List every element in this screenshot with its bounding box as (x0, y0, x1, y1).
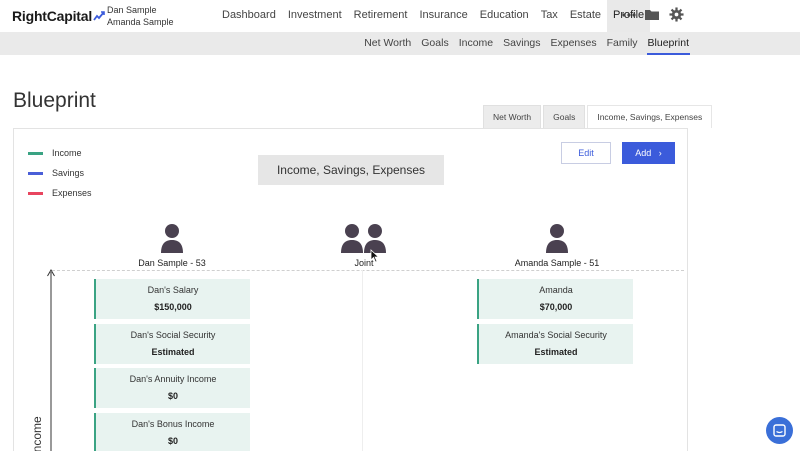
user-name-spouse: Amanda Sample (107, 17, 174, 27)
sub-navbar: Net Worth Goals Income Savings Expenses … (0, 32, 800, 55)
nav-tax[interactable]: Tax (535, 0, 564, 32)
logo-arrow-icon (93, 11, 105, 21)
legend-item-income: Income (28, 143, 92, 163)
nav-insurance[interactable]: Insurance (413, 0, 473, 32)
logo-text: RightCapital (12, 8, 93, 24)
legend-item-expenses: Expenses (28, 183, 92, 203)
card-name: Dan's Bonus Income (131, 419, 215, 429)
income-axis-arrow (47, 269, 55, 451)
nav-investment[interactable]: Investment (282, 0, 348, 32)
legend-label: Income (52, 148, 82, 158)
subnav-goals[interactable]: Goals (416, 32, 453, 55)
tab-goals[interactable]: Goals (543, 105, 586, 128)
card-name: Dan's Salary (147, 285, 199, 295)
card-value: $0 (167, 436, 178, 446)
legend-label: Expenses (52, 188, 92, 198)
top-navbar: RightCapital Dan Sample Amanda Sample Da… (0, 0, 800, 32)
person-joint: Joint (332, 223, 396, 268)
income-card[interactable]: Dan's Social Security Estimated (94, 324, 250, 364)
card-value: $150,000 (154, 302, 192, 312)
nav-education[interactable]: Education (474, 0, 535, 32)
add-button[interactable]: Add › (622, 142, 675, 164)
person-label: Amanda Sample - 51 (514, 258, 600, 268)
card-name: Dan's Social Security (130, 330, 216, 340)
folder-icon[interactable] (645, 8, 659, 21)
legend-label: Savings (52, 168, 85, 178)
legend-swatch-expenses (28, 191, 43, 195)
nav-retirement[interactable]: Retirement (348, 0, 414, 32)
income-card[interactable]: Dan's Salary $150,000 (94, 279, 250, 319)
section-divider (52, 270, 684, 271)
card-value: Estimated (534, 347, 578, 357)
person-dan: Dan Sample - 53 (134, 223, 210, 268)
nav-estate[interactable]: Estate (564, 0, 607, 32)
legend-swatch-savings (28, 171, 43, 175)
person-label: Dan Sample - 53 (138, 258, 206, 268)
chat-support-button[interactable] (766, 417, 793, 444)
subnav-net-worth[interactable]: Net Worth (359, 32, 416, 55)
profile-subnav: Net Worth Goals Income Savings Expenses … (359, 32, 694, 55)
income-card[interactable]: Dan's Bonus Income $0 (94, 413, 250, 451)
chat-icon (773, 424, 786, 437)
person-icon (546, 224, 568, 253)
income-axis-label: Income (30, 416, 44, 451)
chevron-right-icon: › (658, 148, 662, 158)
person-amanda: Amanda Sample - 51 (508, 223, 606, 268)
card-value: $70,000 (539, 302, 573, 312)
subnav-blueprint[interactable]: Blueprint (643, 32, 694, 55)
nav-dashboard[interactable]: Dashboard (216, 0, 282, 32)
blueprint-title: Income, Savings, Expenses (258, 155, 444, 185)
tab-income-savings-expenses[interactable]: Income, Savings, Expenses (587, 105, 713, 128)
legend: Income Savings Expenses (28, 143, 92, 203)
more-icon[interactable] (622, 13, 636, 17)
page-title: Blueprint (13, 89, 96, 112)
people-icon (341, 224, 386, 253)
subnav-family[interactable]: Family (602, 32, 643, 55)
subnav-income[interactable]: Income (454, 32, 498, 55)
mouse-cursor-icon (370, 249, 380, 263)
income-card[interactable]: Amanda $70,000 (477, 279, 633, 319)
income-card[interactable]: Amanda's Social Security Estimated (477, 324, 633, 364)
card-name: Dan's Annuity Income (129, 374, 217, 384)
gear-icon[interactable] (669, 7, 684, 22)
subnav-savings[interactable]: Savings (498, 32, 545, 55)
subnav-expenses[interactable]: Expenses (546, 32, 602, 55)
joint-column-line (362, 270, 363, 451)
logo[interactable]: RightCapital (12, 8, 105, 24)
legend-swatch-income (28, 151, 43, 155)
user-name-primary: Dan Sample (107, 5, 157, 15)
household-users[interactable]: Dan Sample Amanda Sample (107, 4, 174, 28)
blueprint-panel: Income Savings Expenses Income, Savings,… (13, 128, 688, 451)
main-nav: Dashboard Investment Retirement Insuranc… (216, 0, 651, 32)
person-icon (161, 224, 183, 253)
person-label: Joint (354, 258, 374, 268)
blueprint-tabs: Net Worth Goals Income, Savings, Expense… (483, 105, 713, 128)
card-name: Amanda's Social Security (505, 330, 607, 340)
card-value: $0 (167, 391, 178, 401)
add-button-label: Add (635, 148, 652, 158)
tab-net-worth[interactable]: Net Worth (483, 105, 542, 128)
income-card[interactable]: Dan's Annuity Income $0 (94, 368, 250, 408)
edit-button[interactable]: Edit (561, 142, 611, 164)
legend-item-savings: Savings (28, 163, 92, 183)
card-value: Estimated (151, 347, 195, 357)
card-name: Amanda (539, 285, 573, 295)
